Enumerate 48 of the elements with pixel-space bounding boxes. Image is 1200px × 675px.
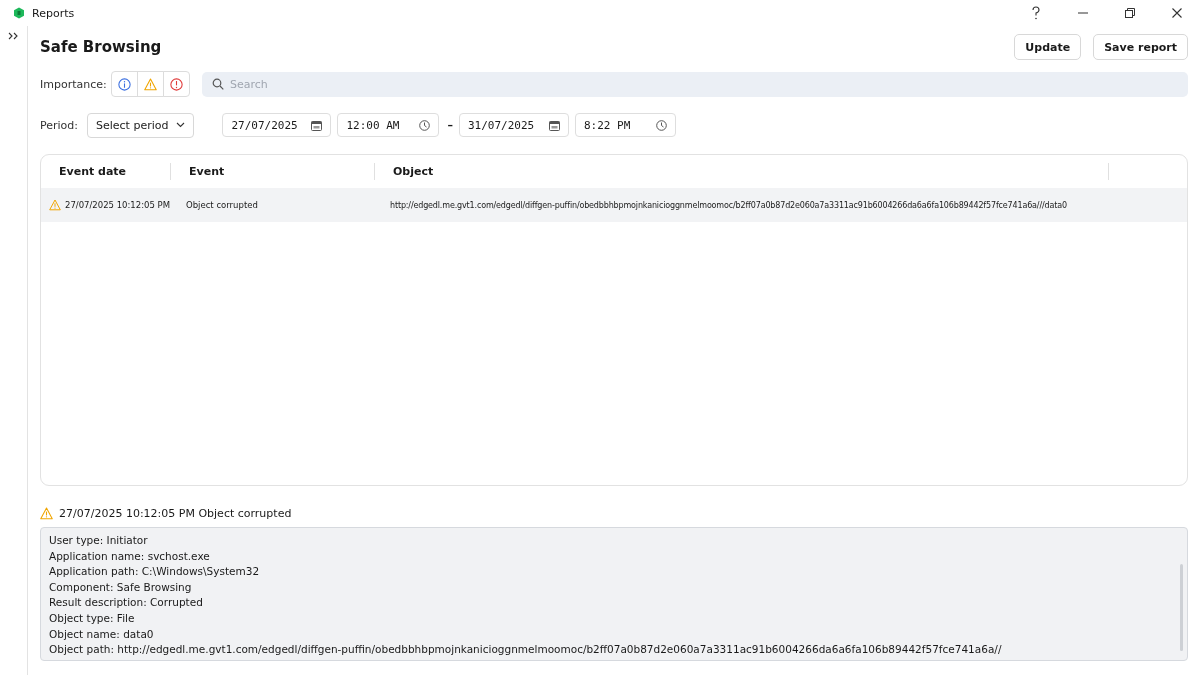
details-heading: 27/07/2025 10:12:05 PM Object corrupted — [59, 506, 292, 520]
detail-line: Object name: data0 — [49, 626, 155, 642]
action-button[interactable]: Save report — [1093, 34, 1188, 60]
importance-filter-button[interactable] — [137, 71, 164, 97]
period-label: Period: — [40, 118, 79, 132]
warning-icon — [144, 77, 157, 91]
table-cell: 27/07/2025 10:12:05 PM — [65, 200, 171, 210]
table-cell-text: Object corrupted — [185, 200, 259, 210]
period-select[interactable]: Select period — [87, 112, 195, 138]
caret-icon — [176, 122, 186, 128]
importance-filter-button[interactable] — [163, 71, 190, 97]
time-field[interactable]: 12:00 AM — [337, 113, 440, 137]
table-row[interactable]: 27/07/2025 10:12:05 PM Object corrupted http://edgedl.me.gvt1.com/edgedl/diffgen-puffin/obedbbhbpmojnkanicioggnmelmoomoc/b2ff07a0b87d2e060a7a3311ac91b6004266da6a6fa106b89442f57fce741a6a///data0 — [41, 188, 1187, 222]
detail-line: Object type: File — [49, 610, 136, 626]
date-field[interactable]: 31/07/2025 — [459, 113, 569, 137]
detail-line: Object path: http://edgedl.me.gvt1.com/edgedl/diffgen-puffin/obedbbhbpmojnkanicioggnmelmoomoc/b2ff07a0b87d2e060a7a3311ac91b6004266da6a6fa106b89442f57fce741a6a// — [49, 642, 1003, 658]
detail-line: Application path: C:\Windows\System32 — [49, 564, 261, 580]
detail-line: Component: Safe Browsing — [49, 579, 193, 595]
detail-line: User type: Initiator — [49, 533, 149, 548]
column-header[interactable]: Event — [170, 163, 374, 180]
page-title: Safe Browsing — [40, 38, 162, 56]
clock-icon — [419, 119, 431, 131]
help-icon[interactable] — [1031, 6, 1041, 20]
expand-icon[interactable] — [8, 32, 19, 40]
date-field[interactable]: 27/07/2025 — [222, 113, 332, 137]
column-header[interactable]: Event date — [41, 163, 170, 180]
action-button[interactable]: Update — [1014, 34, 1082, 60]
detail-line: Application name: svchost.exe — [49, 548, 211, 564]
clock-icon — [656, 119, 667, 131]
scrollbar[interactable] — [1180, 564, 1183, 651]
table-cell-text: http://edgedl.me.gvt1.com/edgedl/diffgen-puffin/obedbbhbpmojnkanicioggnmelmoomoc/b2ff07a0b87d2e060a7a3311ac91b6004266da6a6fa106b89442f57fce741a6a///data0 — [389, 200, 1068, 210]
importance-label: Importance: — [40, 77, 108, 91]
restore-icon[interactable] — [1125, 8, 1135, 18]
importance-filter-button[interactable] — [111, 71, 138, 97]
range-separator: – — [447, 118, 453, 132]
warning-icon — [49, 199, 61, 211]
column-header[interactable]: Object — [374, 163, 1108, 180]
app-logo-icon — [13, 7, 25, 19]
info-icon — [118, 77, 131, 91]
error-icon — [170, 77, 183, 91]
search-field[interactable]: Search — [202, 71, 1188, 97]
close-icon[interactable] — [1172, 8, 1182, 18]
calendar-icon — [311, 119, 323, 131]
calendar-icon — [549, 119, 560, 131]
warning-icon — [40, 506, 53, 520]
window-title: Reports — [32, 6, 75, 20]
time-field[interactable]: 8:22 PM — [575, 113, 676, 137]
detail-line: Result description: Corrupted — [49, 595, 204, 611]
